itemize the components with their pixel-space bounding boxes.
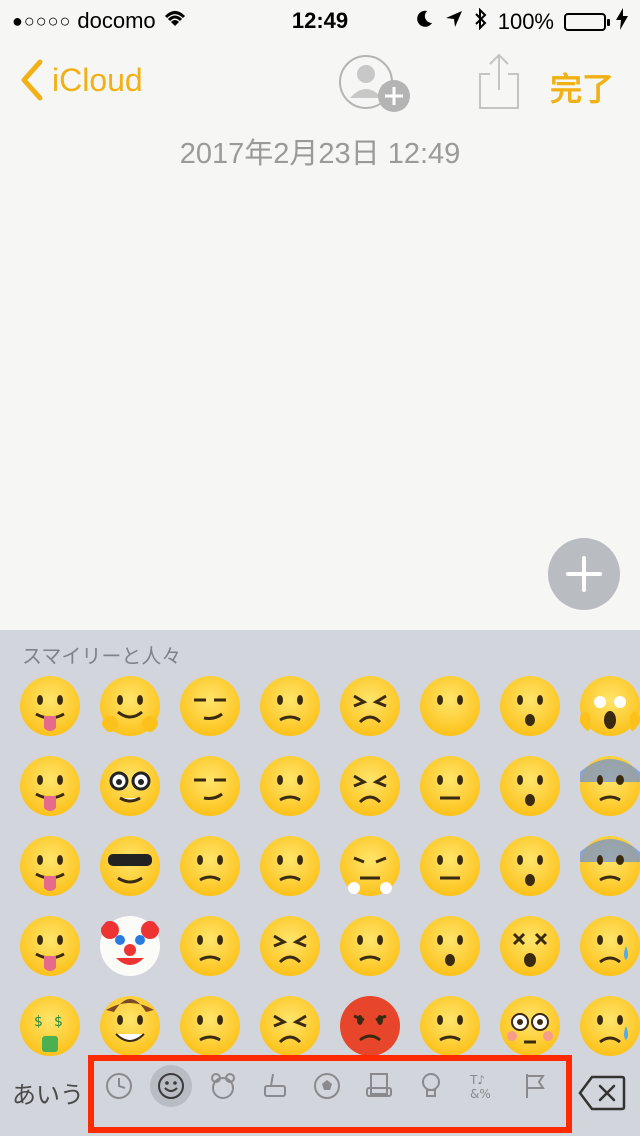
emoji-clown-icon[interactable] xyxy=(96,912,164,980)
add-person-icon xyxy=(339,55,410,112)
plus-icon xyxy=(566,556,602,592)
emoji-unamused-icon[interactable] xyxy=(176,752,244,820)
emoji-weary-icon[interactable] xyxy=(336,752,404,820)
emoji-tongue-icon[interactable] xyxy=(16,912,84,980)
emoji-sunglasses-icon[interactable] xyxy=(96,832,164,900)
category-sports-button[interactable] xyxy=(306,1065,348,1107)
note-date: 2017年2月23日 12:49 xyxy=(179,138,461,170)
emoji-cowboy-icon[interactable] xyxy=(96,992,164,1060)
emoji-dizzy-icon[interactable] xyxy=(496,912,564,980)
battery-icon xyxy=(564,13,610,31)
chevron-left-icon xyxy=(21,59,43,101)
emoji-winking-tongue-icon[interactable] xyxy=(16,752,84,820)
note-body[interactable] xyxy=(0,180,640,630)
status-bar: ●○○○○ docomo 12:49 100% xyxy=(0,0,640,40)
emoji-keyboard: スマイリーと人々 $ $ あいう T♪ &% xyxy=(0,630,640,1136)
travel-icon xyxy=(366,1073,392,1097)
emoji-tired-icon[interactable] xyxy=(336,672,404,740)
delete-button[interactable] xyxy=(578,1075,626,1111)
emoji-fearful-icon[interactable] xyxy=(576,752,640,820)
charging-icon xyxy=(616,8,628,36)
kana-switch-button[interactable]: あいう xyxy=(12,1075,84,1110)
flags-icon xyxy=(526,1074,545,1098)
category-smiley-button[interactable] xyxy=(150,1065,192,1107)
navigation-bar: iCloud 完了 xyxy=(0,40,640,130)
svg-text:$: $ xyxy=(34,1014,43,1030)
emoji-sad-relieved-icon[interactable] xyxy=(576,992,640,1060)
back-button[interactable]: iCloud xyxy=(18,58,143,102)
add-person-button[interactable] xyxy=(338,54,414,114)
back-label: iCloud xyxy=(52,61,143,98)
emoji-confounded-icon[interactable] xyxy=(256,912,324,980)
bluetooth-icon xyxy=(474,7,488,36)
category-objects-button[interactable] xyxy=(410,1065,452,1107)
food-icon xyxy=(264,1073,286,1097)
emoji-worried-icon[interactable] xyxy=(176,992,244,1060)
svg-text:&%: &% xyxy=(470,1087,491,1101)
battery-percent: 100% xyxy=(497,9,554,34)
category-symbols-button[interactable]: T♪ &% xyxy=(462,1065,504,1107)
recent-icon xyxy=(106,1073,132,1099)
done-button[interactable]: 完了 xyxy=(550,64,614,110)
emoji-smirk-icon[interactable] xyxy=(176,672,244,740)
svg-text:$: $ xyxy=(54,1014,63,1030)
emoji-pouting-icon[interactable] xyxy=(336,992,404,1060)
share-button[interactable] xyxy=(476,52,522,112)
emoji-persevering-icon[interactable] xyxy=(256,992,324,1060)
emoji-disappointed-icon[interactable] xyxy=(176,832,244,900)
animal-icon xyxy=(211,1073,235,1099)
smiley-icon xyxy=(158,1073,184,1099)
svg-text:T♪: T♪ xyxy=(469,1073,485,1087)
share-icon xyxy=(479,53,519,109)
emoji-flushed-icon[interactable] xyxy=(496,992,564,1060)
keyboard-bottom-bar: あいう T♪ &% xyxy=(0,1055,640,1136)
emoji-category-bar: T♪ &% xyxy=(98,1065,556,1107)
category-travel-button[interactable] xyxy=(358,1065,400,1107)
emoji-nerd-icon[interactable] xyxy=(96,752,164,820)
category-animal-button[interactable] xyxy=(202,1065,244,1107)
emoji-money-mouth-icon[interactable]: $ $ xyxy=(16,992,84,1060)
emoji-hugging-icon[interactable] xyxy=(96,672,164,740)
delete-icon xyxy=(578,1075,626,1111)
emoji-squinting-tongue-icon[interactable] xyxy=(16,832,84,900)
emoji-hushed-2-icon[interactable] xyxy=(416,912,484,980)
emoji-pensive-icon[interactable] xyxy=(176,912,244,980)
emoji-open-mouth-icon[interactable] xyxy=(496,752,564,820)
emoji-scream-icon[interactable] xyxy=(576,672,640,740)
add-attachment-button[interactable] xyxy=(548,538,620,610)
emoji-neutral-icon[interactable] xyxy=(416,752,484,820)
sports-icon xyxy=(314,1073,340,1099)
status-right: 100% xyxy=(414,7,628,36)
emoji-category-title: スマイリーと人々 xyxy=(22,646,182,668)
emoji-frowning-icon[interactable] xyxy=(256,832,324,900)
emoji-slightly-frowning-icon[interactable] xyxy=(256,752,324,820)
symbols-icon: T♪&% xyxy=(469,1073,491,1101)
emoji-steam-icon[interactable] xyxy=(336,832,404,900)
emoji-yum-icon[interactable] xyxy=(16,672,84,740)
emoji-astonished-icon[interactable] xyxy=(496,832,564,900)
objects-icon xyxy=(422,1073,440,1097)
emoji-no-mouth-icon[interactable] xyxy=(416,672,484,740)
emoji-hushed-icon[interactable] xyxy=(496,672,564,740)
category-flags-button[interactable] xyxy=(514,1065,556,1107)
category-food-button[interactable] xyxy=(254,1065,296,1107)
moon-icon xyxy=(414,9,434,35)
emoji-confused-icon[interactable] xyxy=(256,672,324,740)
emoji-angry-icon[interactable] xyxy=(336,912,404,980)
location-icon xyxy=(444,9,464,35)
category-recent-button[interactable] xyxy=(98,1065,140,1107)
emoji-frowning-open-icon[interactable] xyxy=(416,992,484,1060)
emoji-crying-icon[interactable] xyxy=(576,912,640,980)
emoji-expressionless-icon[interactable] xyxy=(416,832,484,900)
emoji-cold-sweat-icon[interactable] xyxy=(576,832,640,900)
